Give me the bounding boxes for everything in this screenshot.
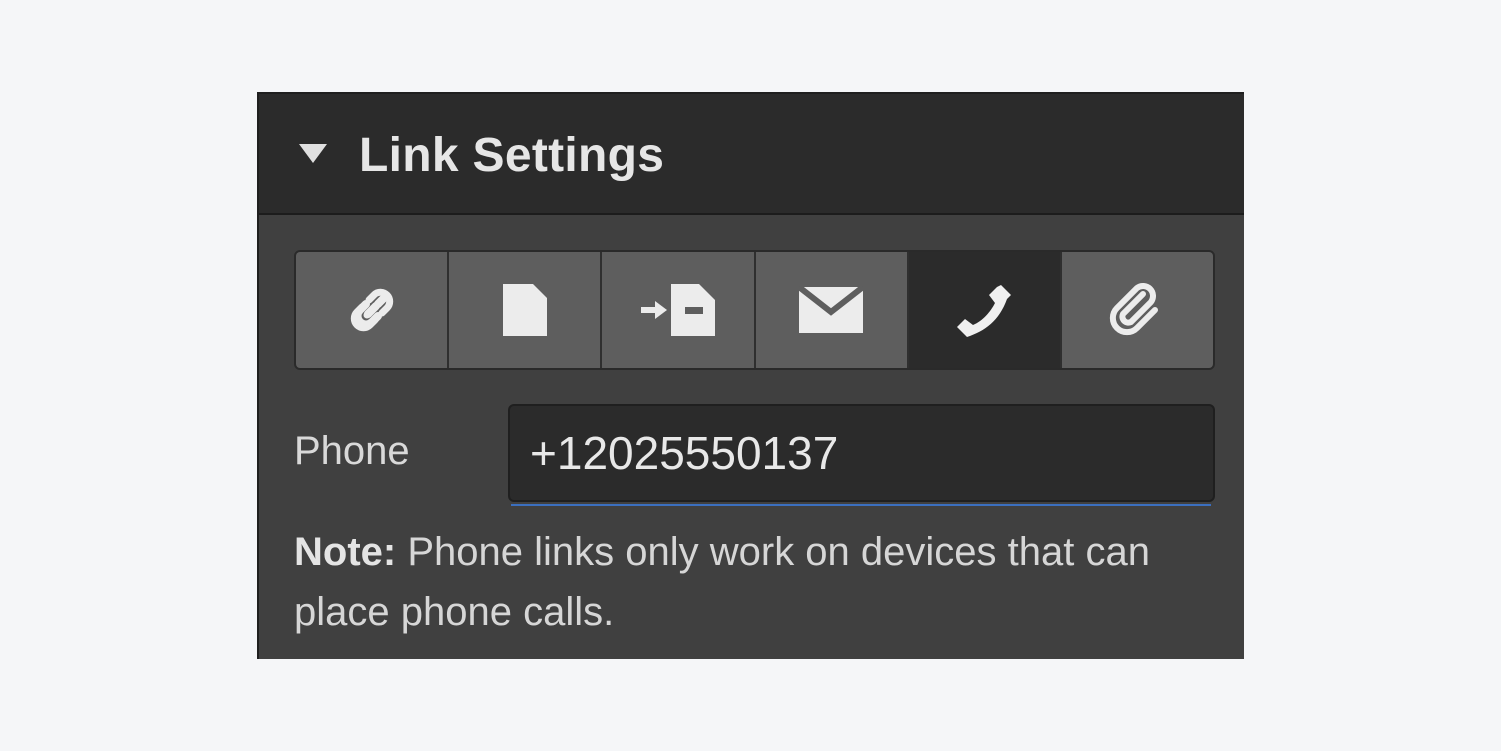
note-prefix: Note: <box>294 530 397 574</box>
link-type-email-button[interactable] <box>755 252 909 368</box>
link-type-phone-button[interactable] <box>908 252 1062 368</box>
page-icon <box>502 284 547 336</box>
note-text: Phone links only work on devices that ca… <box>294 530 1150 634</box>
phone-label: Phone <box>294 429 410 473</box>
panel-header[interactable]: Link Settings <box>259 94 1244 215</box>
link-type-selector <box>294 250 1215 370</box>
link-type-file-button[interactable] <box>1061 252 1213 368</box>
link-type-page-button[interactable] <box>449 252 603 368</box>
link-settings-panel: Link Settings Phone +12025550137 Note: P… <box>257 92 1244 659</box>
paperclip-icon <box>1110 283 1159 336</box>
phone-input[interactable] <box>508 404 1215 502</box>
phone-icon <box>957 285 1012 337</box>
email-icon <box>798 286 865 333</box>
link-icon <box>350 288 393 332</box>
panel-title: Link Settings <box>359 129 665 182</box>
caret-down-icon[interactable] <box>299 144 327 164</box>
link-type-url-button[interactable] <box>296 252 450 368</box>
input-focus-indicator <box>511 504 1211 506</box>
section-icon <box>640 284 715 336</box>
phone-note: Note: Phone links only work on devices t… <box>294 522 1194 642</box>
link-type-section-button[interactable] <box>602 252 756 368</box>
